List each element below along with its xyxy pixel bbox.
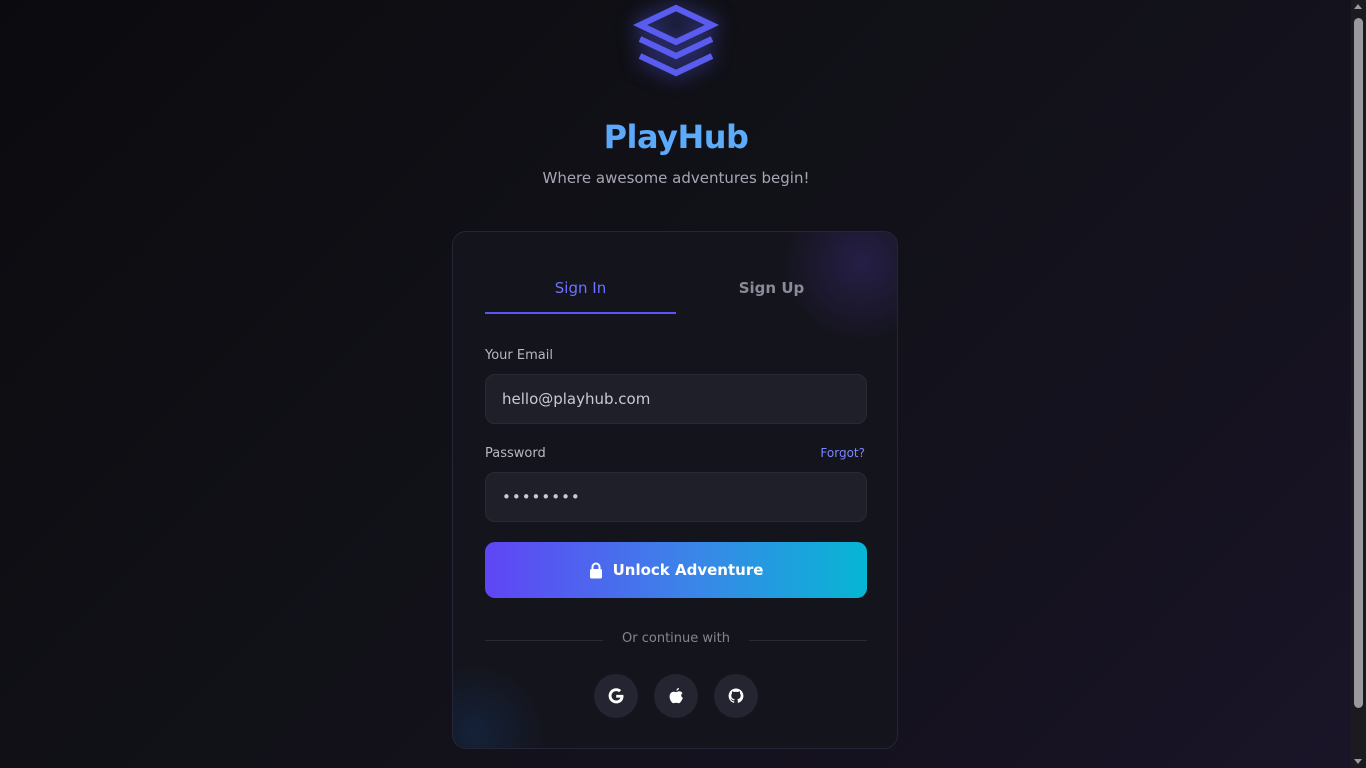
apple-icon (669, 688, 683, 704)
password-field[interactable] (485, 472, 867, 522)
tagline: Where awesome adventures begin! (542, 169, 810, 187)
github-icon (728, 688, 744, 703)
password-label: Password (485, 446, 546, 461)
auth-tabs: Sign In Sign Up (485, 272, 867, 314)
divider-line-right (749, 640, 867, 641)
tab-sign-up[interactable]: Sign Up (676, 272, 867, 314)
brand-title: PlayHub (0, 118, 1352, 156)
unlock-adventure-button[interactable]: Unlock Adventure (485, 542, 867, 598)
apple-button[interactable] (654, 674, 698, 718)
github-button[interactable] (714, 674, 758, 718)
lock-icon (589, 562, 602, 578)
google-button[interactable] (594, 674, 638, 718)
scroll-down-icon[interactable] (1354, 759, 1362, 764)
forgot-password-link[interactable]: Forgot? (820, 446, 865, 460)
auth-card: Sign In Sign Up Your Email Password Forg… (452, 231, 898, 749)
tab-sign-in[interactable]: Sign In (485, 272, 676, 314)
email-field[interactable] (485, 374, 867, 424)
scrollbar-thumb[interactable] (1354, 18, 1363, 708)
scroll-up-icon[interactable] (1354, 4, 1362, 9)
stacked-layers-icon (632, 4, 720, 77)
page-scrollbar[interactable] (1351, 0, 1366, 768)
divider-text: Or continue with (622, 631, 730, 646)
email-label: Your Email (485, 348, 553, 363)
unlock-adventure-label: Unlock Adventure (612, 561, 764, 579)
google-icon (608, 688, 624, 704)
divider: Or continue with (485, 630, 867, 650)
